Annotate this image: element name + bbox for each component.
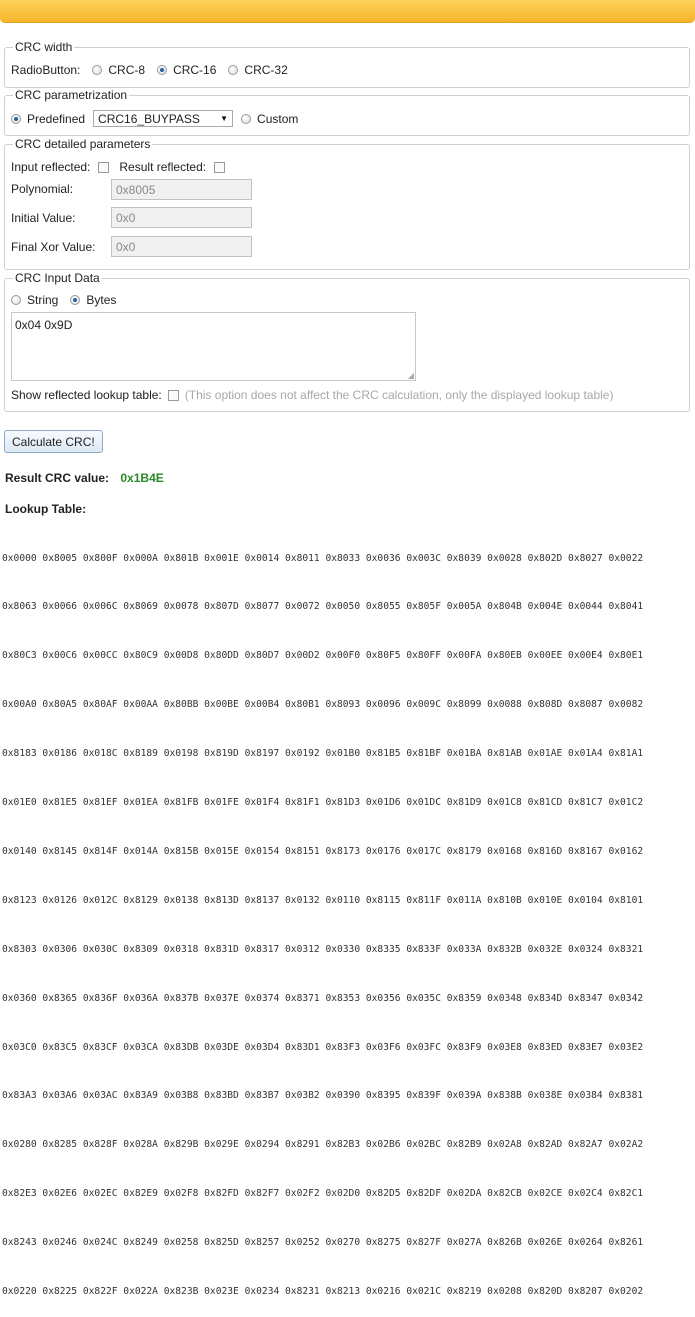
lookup-table-title: Lookup Table: [5,502,87,516]
lookup-row: 0x80C3 0x00C6 0x00CC 0x80C9 0x00D8 0x80D… [2,650,644,662]
crc32-label[interactable]: CRC-32 [244,63,287,77]
final-xor-field[interactable]: 0x0 [111,236,252,257]
input-data-textarea[interactable]: 0x04 0x9D ◢ [11,312,416,381]
predefined-label[interactable]: Predefined [27,112,85,126]
result-crc-label: Result CRC value: [5,471,110,485]
crc-preset-value: CRC16_BUYPASS [98,111,200,126]
reflected-table-row: Show reflected lookup table: (This optio… [11,388,613,402]
crc-detailed-group: CRC detailed parameters [4,137,690,270]
input-type-row: String Bytes [11,293,128,307]
polynomial-label: Polynomial: [11,182,74,196]
crc16-label[interactable]: CRC-16 [173,63,216,77]
crc-preset-select[interactable]: CRC16_BUYPASS ▼ [93,110,234,127]
custom-label[interactable]: Custom [257,112,298,126]
lookup-row: 0x0000 0x8005 0x800F 0x000A 0x801B 0x001… [2,552,644,564]
lookup-row: 0x0220 0x8225 0x822F 0x022A 0x823B 0x023… [2,1285,644,1297]
lookup-row: 0x0280 0x8285 0x828F 0x028A 0x829B 0x029… [2,1139,644,1151]
string-radio[interactable] [11,295,21,305]
string-label[interactable]: String [27,293,58,307]
crc-detailed-legend: CRC detailed parameters [15,137,151,151]
lookup-row: 0x8063 0x0066 0x006C 0x8069 0x0078 0x807… [2,601,644,613]
polynomial-field[interactable]: 0x8005 [111,179,252,200]
lookup-row: 0x0360 0x8365 0x836F 0x036A 0x837B 0x037… [2,992,644,1004]
lookup-row: 0x00A0 0x80A5 0x80AF 0x00AA 0x80BB 0x00B… [2,699,644,711]
result-reflected-checkbox[interactable] [214,161,226,173]
lookup-row: 0x8303 0x0306 0x030C 0x8309 0x0318 0x831… [2,943,644,955]
crc-param-row: Predefined CRC16_BUYPASS ▼ Custom [11,110,310,127]
bytes-label[interactable]: Bytes [86,293,116,307]
crc16-radio[interactable] [157,65,168,75]
resize-grip-icon[interactable]: ◢ [408,371,414,380]
calculate-crc-button[interactable]: Calculate CRC! [4,430,103,453]
crc-width-row: RadioButton: CRC-8 CRC-16 CRC-32 [11,63,300,77]
crc8-radio[interactable] [92,65,103,75]
show-reflected-label: Show reflected lookup table: [11,388,162,402]
result-crc-value: 0x1B4E [120,471,164,485]
predefined-radio[interactable] [11,113,21,124]
lookup-row: 0x8243 0x0246 0x024C 0x8249 0x0258 0x825… [2,1237,644,1249]
show-reflected-checkbox[interactable] [167,389,179,401]
final-xor-label: Final Xor Value: [11,240,96,254]
crc8-label[interactable]: CRC-8 [108,63,145,77]
result-crc: Result CRC value: 0x1B4E [5,471,164,485]
custom-radio[interactable] [241,113,252,124]
result-reflected-label: Result reflected: [119,160,207,174]
lookup-table: 0x0000 0x8005 0x800F 0x000A 0x801B 0x001… [2,518,643,1317]
crc-input-legend: CRC Input Data [15,271,100,285]
bytes-radio[interactable] [70,295,81,305]
crc-parametrization-legend: CRC parametrization [15,88,128,102]
crc-width-label: RadioButton: [11,63,81,77]
lookup-row: 0x83A3 0x03A6 0x03AC 0x83A9 0x03B8 0x83B… [2,1090,644,1102]
lookup-row: 0x82E3 0x02E6 0x02EC 0x82E9 0x02F8 0x82F… [2,1188,644,1200]
lookup-row: 0x01E0 0x81E5 0x81EF 0x01EA 0x81FB 0x01F… [2,797,644,809]
lookup-row: 0x03C0 0x83C5 0x83CF 0x03CA 0x83DB 0x03D… [2,1041,644,1053]
lookup-row: 0x8183 0x0186 0x018C 0x8189 0x0198 0x819… [2,748,644,760]
show-reflected-note: (This option does not affect the CRC cal… [184,388,614,402]
crc32-radio[interactable] [228,65,239,75]
crc-width-legend: CRC width [15,40,73,54]
input-data-text: 0x04 0x9D [15,318,73,332]
initial-value-label: Initial Value: [11,211,76,225]
reflected-row: Input reflected: Result reflected: [11,160,226,174]
input-reflected-checkbox[interactable] [98,161,110,173]
top-header-bar [0,0,695,23]
initial-value-field[interactable]: 0x0 [111,207,252,228]
lookup-row: 0x8123 0x0126 0x012C 0x8129 0x0138 0x813… [2,894,644,906]
input-reflected-label: Input reflected: [11,160,91,174]
lookup-row: 0x0140 0x8145 0x814F 0x014A 0x815B 0x015… [2,845,644,857]
chevron-down-icon: ▼ [220,114,229,123]
